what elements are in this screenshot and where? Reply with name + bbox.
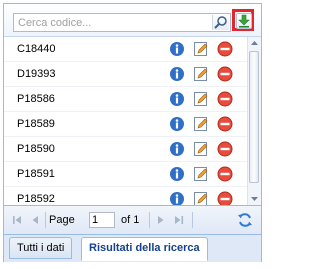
- result-list: C18440 D19393 P18586 P18589 P18590 P1859…: [4, 37, 261, 205]
- list-item[interactable]: P18591: [4, 162, 261, 187]
- pager-separator: [192, 212, 193, 228]
- info-icon[interactable]: [169, 41, 185, 57]
- scroll-up-icon[interactable]: [248, 37, 261, 49]
- info-icon[interactable]: [169, 191, 185, 205]
- tab-strip: Tutti i dati Risultati della ricerca: [4, 234, 261, 262]
- info-icon[interactable]: [169, 91, 185, 107]
- list-item[interactable]: D19393: [4, 62, 261, 87]
- item-code: P18590: [17, 143, 55, 155]
- list-item[interactable]: C18440: [4, 37, 261, 62]
- search-box[interactable]: [13, 13, 231, 32]
- delete-icon[interactable]: [217, 191, 233, 205]
- last-page-icon[interactable]: [172, 213, 186, 227]
- list-item[interactable]: P18592: [4, 187, 261, 205]
- tab-search-results[interactable]: Risultati della ricerca: [81, 237, 208, 261]
- first-page-icon[interactable]: [10, 213, 24, 227]
- info-icon[interactable]: [169, 66, 185, 82]
- delete-icon[interactable]: [217, 141, 233, 157]
- search-toolbar: [4, 4, 261, 37]
- info-icon[interactable]: [169, 141, 185, 157]
- edit-pencil-icon[interactable]: [193, 116, 209, 132]
- edit-pencil-icon[interactable]: [193, 166, 209, 182]
- search-panel: C18440 D19393 P18586 P18589 P18590: [3, 3, 262, 262]
- edit-pencil-icon[interactable]: [193, 66, 209, 82]
- page-count-label: of 1: [121, 214, 140, 226]
- delete-icon[interactable]: [217, 41, 233, 57]
- scroll-down-icon[interactable]: [248, 193, 261, 205]
- vertical-scrollbar[interactable]: [247, 37, 261, 205]
- next-page-icon[interactable]: [154, 213, 168, 227]
- download-arrow-icon: [238, 14, 250, 28]
- item-code: P18589: [17, 118, 55, 130]
- edit-pencil-icon[interactable]: [193, 141, 209, 157]
- list-item[interactable]: P18589: [4, 112, 261, 137]
- delete-icon[interactable]: [217, 116, 233, 132]
- edit-pencil-icon[interactable]: [193, 91, 209, 107]
- search-input[interactable]: [14, 14, 208, 31]
- tab-all-data[interactable]: Tutti i dati: [9, 237, 73, 259]
- download-highlight: [232, 9, 254, 31]
- magnifier-icon: [214, 16, 227, 29]
- list-item[interactable]: P18586: [4, 87, 261, 112]
- prev-page-icon[interactable]: [28, 213, 42, 227]
- pager-separator: [45, 212, 46, 228]
- info-icon[interactable]: [169, 116, 185, 132]
- delete-icon[interactable]: [217, 91, 233, 107]
- paging-toolbar: Page of 1: [4, 205, 261, 234]
- edit-pencil-icon[interactable]: [193, 41, 209, 57]
- list-item[interactable]: P18590: [4, 137, 261, 162]
- refresh-icon[interactable]: [237, 212, 253, 228]
- delete-icon[interactable]: [217, 66, 233, 82]
- edit-pencil-icon[interactable]: [193, 191, 209, 205]
- download-button[interactable]: [236, 13, 252, 29]
- item-code: P18592: [17, 193, 55, 205]
- item-code: P18586: [17, 93, 55, 105]
- page-number-input[interactable]: [89, 212, 115, 228]
- search-button[interactable]: [212, 15, 229, 30]
- item-code: C18440: [17, 43, 56, 55]
- pager-separator: [149, 212, 150, 228]
- scrollbar-thumb[interactable]: [249, 51, 259, 183]
- info-icon[interactable]: [169, 166, 185, 182]
- item-code: D19393: [17, 68, 56, 80]
- item-code: P18591: [17, 168, 55, 180]
- page-label: Page: [49, 214, 75, 226]
- delete-icon[interactable]: [217, 166, 233, 182]
